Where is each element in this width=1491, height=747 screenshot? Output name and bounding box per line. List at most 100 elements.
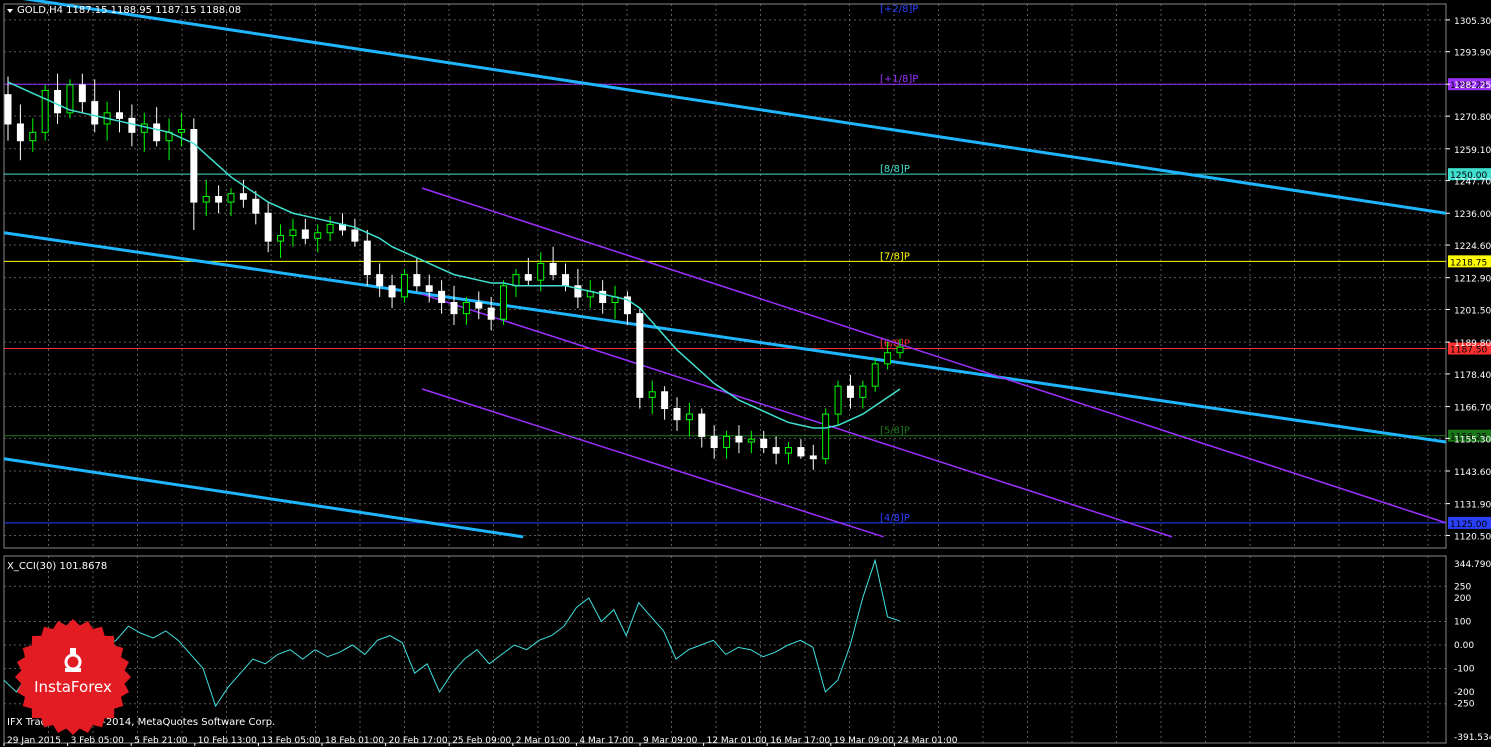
instaforex-logo: InstaForex: [15, 619, 131, 735]
time-tick-label: 16 Mar 17:00: [770, 736, 830, 746]
candle-body: [636, 313, 644, 398]
candle-body: [190, 129, 198, 203]
candle-body: [4, 94, 12, 125]
price-tick-label: 1282.25: [1454, 81, 1491, 91]
candle-body: [153, 123, 161, 142]
candle-body: [41, 89, 49, 133]
price-tick-label: 1131.90: [1454, 501, 1491, 511]
time-tick-label: 18 Feb 01:00: [325, 736, 384, 746]
candle-body: [475, 302, 483, 309]
time-tick-label: 2 Mar 01:00: [516, 736, 571, 746]
candle-body: [128, 117, 136, 133]
time-tick-label: 25 Feb 09:00: [452, 736, 511, 746]
candle-body: [202, 195, 210, 203]
candle-body: [326, 223, 334, 234]
cci-tick-label: 250: [1454, 582, 1471, 592]
candle-body: [524, 274, 532, 281]
price-tick-label: 1189.80: [1454, 339, 1491, 349]
candle-body: [735, 435, 743, 443]
symbol-label: GOLD,H4 1187.15 1188.95 1187.15 1188.08: [17, 5, 241, 16]
candle-body: [363, 240, 371, 276]
candle-body: [16, 123, 24, 142]
candle-body: [252, 198, 260, 214]
cci-tick-label: -200: [1454, 688, 1475, 698]
candle-body: [289, 229, 297, 237]
candle-body: [314, 232, 322, 239]
candle-body: [177, 129, 185, 133]
price-tick-label: 1293.90: [1454, 49, 1491, 59]
candle-body: [462, 302, 470, 315]
time-tick-label: 9 Mar 09:00: [643, 736, 698, 746]
cci-tick-label: -250: [1454, 700, 1475, 710]
cci-title: X_CCI(30) 101.8678: [7, 561, 107, 572]
candle-body: [54, 89, 62, 114]
candle-body: [797, 447, 805, 457]
candle-body: [747, 438, 755, 443]
cci-tick-label: 200: [1454, 594, 1471, 604]
cci-tick-label: 100: [1454, 618, 1471, 628]
price-tick-label: 1270.80: [1454, 113, 1491, 123]
trading-chart[interactable]: [+1/8]P1282.25[8/8]P1250.00[7/8]P1218.75…: [0, 0, 1491, 747]
logo-text: InstaForex: [34, 678, 112, 696]
logo-badge-icon: [15, 619, 131, 735]
price-tick-label: 1212.90: [1454, 275, 1491, 285]
time-tick-label: 12 Mar 01:00: [707, 736, 767, 746]
murrey-label: [8/8]P: [880, 164, 910, 175]
candle-body: [834, 385, 842, 415]
cci-tick-label: -391.534: [1454, 733, 1491, 743]
candle-body: [785, 447, 792, 454]
murrey-label: [4/8]P: [880, 513, 910, 524]
candle-body: [264, 212, 272, 242]
candle-body: [500, 285, 508, 320]
cci-tick-label: 344.7903: [1454, 560, 1491, 570]
candle-body: [351, 229, 359, 242]
candle-body: [760, 438, 768, 449]
price-tick-label: 1247.70: [1454, 178, 1491, 188]
murrey-label: [+1/8]P: [880, 74, 918, 85]
candle-body: [648, 391, 656, 398]
time-axis[interactable]: 29 Jan 2015 3 Feb 05:00 5 Feb 21:00 10 Feb …: [3, 736, 958, 746]
time-tick-label: 29 Jan 2015: [7, 736, 61, 746]
candle-body: [425, 285, 433, 292]
candle-body: [400, 274, 408, 298]
murrey-label: [+2/8]P: [880, 4, 918, 15]
candle-body: [116, 112, 123, 119]
candle-body: [438, 290, 446, 304]
time-tick-label: 13 Feb 05:00: [261, 736, 320, 746]
time-tick-label: 20 Feb 17:00: [389, 736, 448, 746]
time-tick-label: 19 Mar 09:00: [834, 736, 894, 746]
price-tick-label: 1305.30: [1454, 17, 1491, 27]
candle-body: [710, 435, 718, 449]
candle-body: [772, 447, 780, 454]
candle-body: [549, 262, 557, 276]
time-tick-label: 10 Feb 13:00: [198, 736, 257, 746]
price-tick-label: 1155.30: [1454, 435, 1491, 445]
candle-body: [512, 274, 520, 287]
time-tick-label: 24 Mar 01:00: [897, 736, 957, 746]
candle-body: [562, 274, 569, 287]
price-level-tag-text: 1218.75: [1450, 258, 1487, 268]
price-tick-label: 1120.50: [1454, 532, 1491, 542]
candle-body: [884, 352, 892, 365]
price-tick-label: 1259.10: [1454, 146, 1491, 156]
candle-body: [140, 123, 148, 133]
candle-body: [277, 235, 285, 242]
candle-body: [239, 193, 247, 200]
candle-body: [29, 131, 37, 142]
candle-body: [388, 285, 396, 298]
price-tick-label: 1143.60: [1454, 468, 1491, 478]
murrey-label: [5/8]P: [880, 426, 910, 437]
candle-body: [78, 84, 86, 103]
candle-body: [698, 413, 706, 437]
cci-tick-label: 0.00: [1454, 641, 1474, 651]
murrey-label: [6/8]P: [880, 339, 910, 350]
candle-body: [413, 274, 421, 287]
chart-header[interactable]: GOLD,H4 1187.15 1188.95 1187.15 1188.08: [7, 5, 241, 16]
price-tick-label: 1201.50: [1454, 306, 1491, 316]
candle-body: [871, 363, 879, 387]
time-tick-label: 3 Feb 05:00: [71, 736, 125, 746]
price-tick-label: 1178.40: [1454, 371, 1491, 381]
cci-tick-label: -100: [1454, 665, 1475, 675]
price-tick-label: 1224.60: [1454, 242, 1491, 252]
time-tick-label: 4 Mar 17:00: [579, 736, 634, 746]
